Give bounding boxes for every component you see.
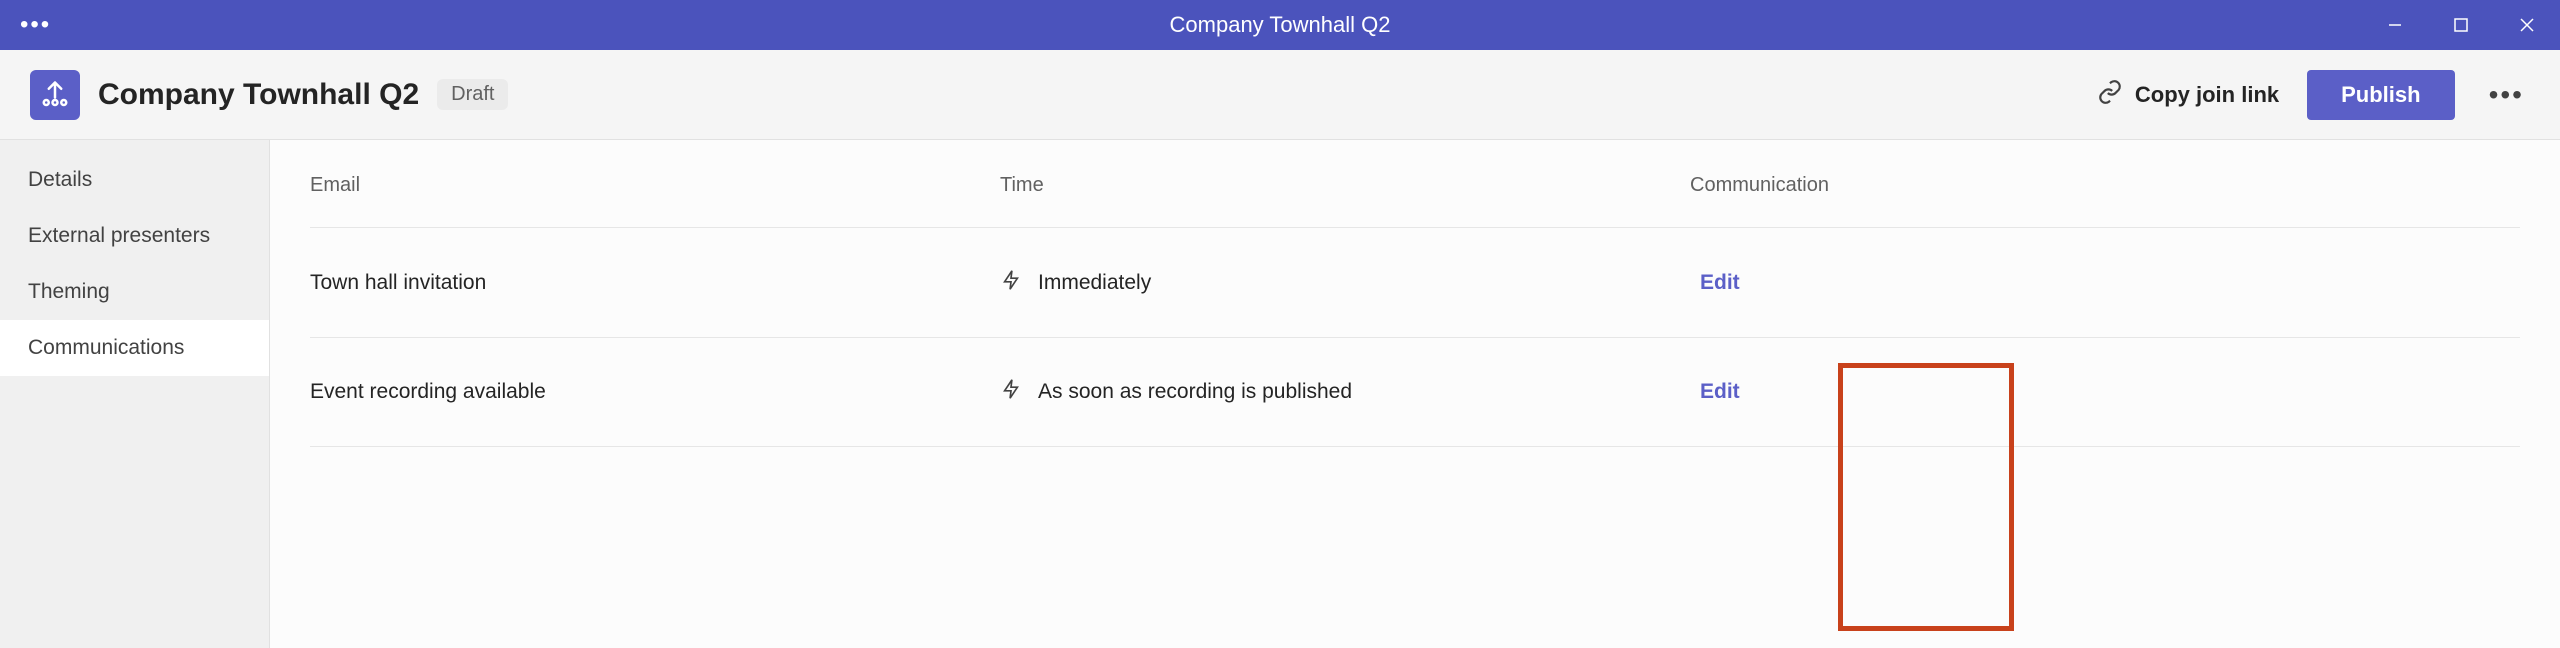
window-maximize-button[interactable]	[2438, 5, 2484, 45]
header-more-button[interactable]: •••	[2483, 79, 2530, 111]
window-close-button[interactable]	[2504, 5, 2550, 45]
publish-button[interactable]: Publish	[2307, 70, 2454, 120]
edit-button[interactable]: Edit	[1690, 271, 1740, 294]
event-title: Company Townhall Q2	[98, 78, 419, 112]
copy-join-link-label: Copy join link	[2135, 82, 2279, 108]
edit-button[interactable]: Edit	[1690, 380, 1740, 403]
table-row: Event recording available As soon as rec…	[310, 337, 2520, 447]
cell-email: Town hall invitation	[310, 271, 1000, 295]
lightning-icon	[1000, 378, 1022, 406]
sidebar-item-theming[interactable]: Theming	[0, 264, 269, 320]
lightning-icon	[1000, 269, 1022, 297]
cell-email: Event recording available	[310, 380, 1000, 404]
main-content: Email Time Communication Town hall invit…	[270, 140, 2560, 648]
window-titlebar: ••• Company Townhall Q2	[0, 0, 2560, 50]
col-header-email: Email	[310, 174, 1000, 197]
page-header: Company Townhall Q2 Draft Copy join link…	[0, 50, 2560, 140]
cell-time: Immediately	[1038, 271, 1151, 295]
copy-join-link-button[interactable]: Copy join link	[2097, 79, 2279, 111]
link-icon	[2097, 79, 2123, 111]
sidebar-item-external-presenters[interactable]: External presenters	[0, 208, 269, 264]
status-badge: Draft	[437, 79, 508, 110]
sidebar-item-communications[interactable]: Communications	[0, 320, 269, 376]
window-minimize-button[interactable]	[2372, 5, 2418, 45]
cell-time: As soon as recording is published	[1038, 380, 1352, 404]
table-header-row: Email Time Communication	[310, 174, 2520, 227]
table-row: Town hall invitation Immediately Edit	[310, 227, 2520, 337]
window-title: Company Townhall Q2	[1170, 12, 1391, 38]
col-header-time: Time	[1000, 174, 1690, 197]
sidebar-item-details[interactable]: Details	[0, 152, 269, 208]
sidebar: Details External presenters Theming Comm…	[0, 140, 270, 648]
townhall-icon	[30, 70, 80, 120]
app-more-dots[interactable]: •••	[20, 11, 51, 39]
col-header-communication: Communication	[1690, 174, 2520, 197]
